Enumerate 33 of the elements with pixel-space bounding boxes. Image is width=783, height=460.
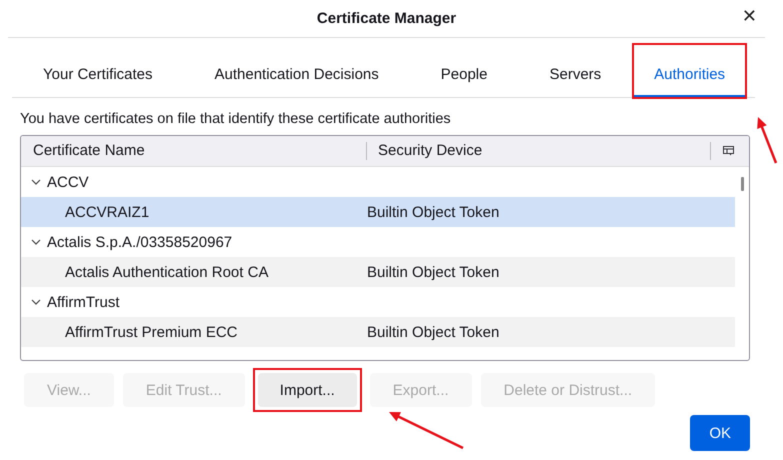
tab[interactable]: Servers (518, 53, 632, 97)
tab[interactable]: Authorities (634, 53, 746, 97)
close-button[interactable]: ✕ (738, 6, 761, 27)
tree-row[interactable]: Actalis S.p.A./03358520967 (21, 227, 735, 257)
column-picker-icon[interactable] (710, 142, 734, 160)
tree-row-label: Actalis S.p.A./03358520967 (47, 234, 232, 250)
column-header[interactable]: Certificate Name (21, 142, 366, 160)
table-cell: Builtin Object Token (367, 204, 500, 220)
scrollbar-thumb[interactable] (741, 177, 744, 191)
table-cell-text: Actalis Authentication Root CA (64, 264, 270, 280)
table-cell-text: ACCVRAIZ1 (64, 204, 150, 220)
window-title: Certificate Manager (316, 10, 456, 27)
tree-row[interactable]: AffirmTrust Premium ECC Builtin Object Token (21, 317, 735, 347)
tree-row-label: AffirmTrust (47, 294, 120, 310)
chevron-icon[interactable] (31, 179, 41, 185)
ok-button[interactable]: OK (690, 415, 750, 451)
arrow (757, 117, 778, 164)
tree-row[interactable]: ACCV (21, 167, 735, 197)
table-cell: Builtin Object Token (367, 264, 500, 280)
tab[interactable]: Your Certificates (12, 53, 184, 97)
action-button[interactable]: Import... (258, 373, 357, 407)
chevron-icon[interactable] (31, 299, 41, 305)
tab[interactable]: Authentication Decisions (184, 53, 410, 97)
table-cell: Builtin Object Token (367, 324, 500, 340)
column-header[interactable]: Security Device (366, 142, 710, 160)
tab[interactable]: People (410, 53, 518, 97)
tree-row[interactable]: Actalis Authentication Root CA Builtin Object Token (21, 257, 735, 287)
tree-row[interactable]: ACCVRAIZ1 Builtin Object Token (21, 197, 735, 227)
tree-row[interactable]: AffirmTrust (21, 287, 735, 317)
tree-row-label: ACCV (47, 174, 89, 190)
table-cell-text: AffirmTrust Premium ECC (64, 324, 239, 340)
description-text: You have certificates on file that identify these certificate authorities (20, 111, 452, 127)
chevron-icon[interactable] (31, 239, 41, 245)
